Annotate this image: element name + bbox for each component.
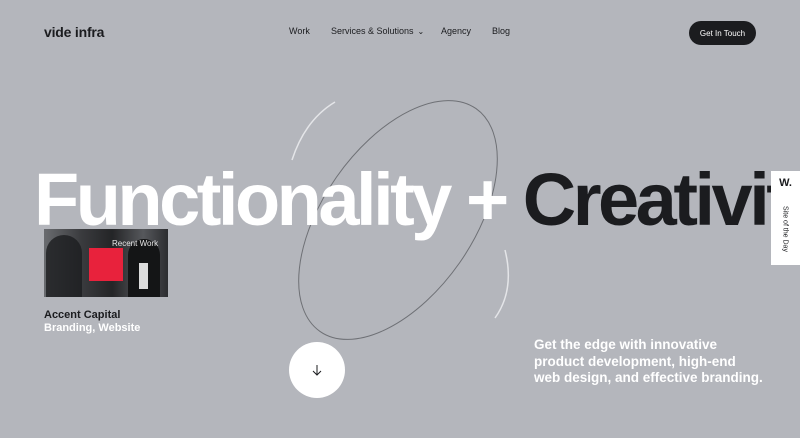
nav-item-agency[interactable]: Agency [441, 26, 471, 36]
headline-creativity: Creativity [522, 158, 800, 241]
arrow-down-icon [312, 365, 322, 376]
nav-item-blog[interactable]: Blog [492, 26, 510, 36]
nav-item-work[interactable]: Work [289, 26, 310, 36]
award-label: Site of the Day [781, 206, 789, 252]
nav-item-services-label: Services & Solutions [331, 26, 414, 36]
project-categories: Branding, Website [44, 322, 141, 334]
photo-figure-left [46, 235, 82, 297]
scroll-down-button[interactable] [289, 342, 345, 398]
main-nav: Work Services & Solutions ⌄ Agency Blog [0, 26, 800, 40]
hero-tagline: Get the edge with innovative product dev… [534, 337, 763, 385]
project-title[interactable]: Accent Capital [44, 309, 120, 321]
red-square-graphic [89, 248, 123, 281]
site-of-the-day-badge[interactable]: W. Site of the Day [771, 171, 800, 265]
chevron-down-icon: ⌄ [417, 27, 425, 36]
get-in-touch-button[interactable]: Get In Touch [689, 21, 756, 45]
nav-item-services[interactable]: Services & Solutions ⌄ [331, 26, 424, 36]
photo-shirt [139, 263, 148, 289]
recent-work-tag: Recent Work [112, 239, 159, 248]
recent-work-thumbnail[interactable]: Recent Work [44, 229, 168, 297]
award-logo: W. [779, 177, 792, 189]
